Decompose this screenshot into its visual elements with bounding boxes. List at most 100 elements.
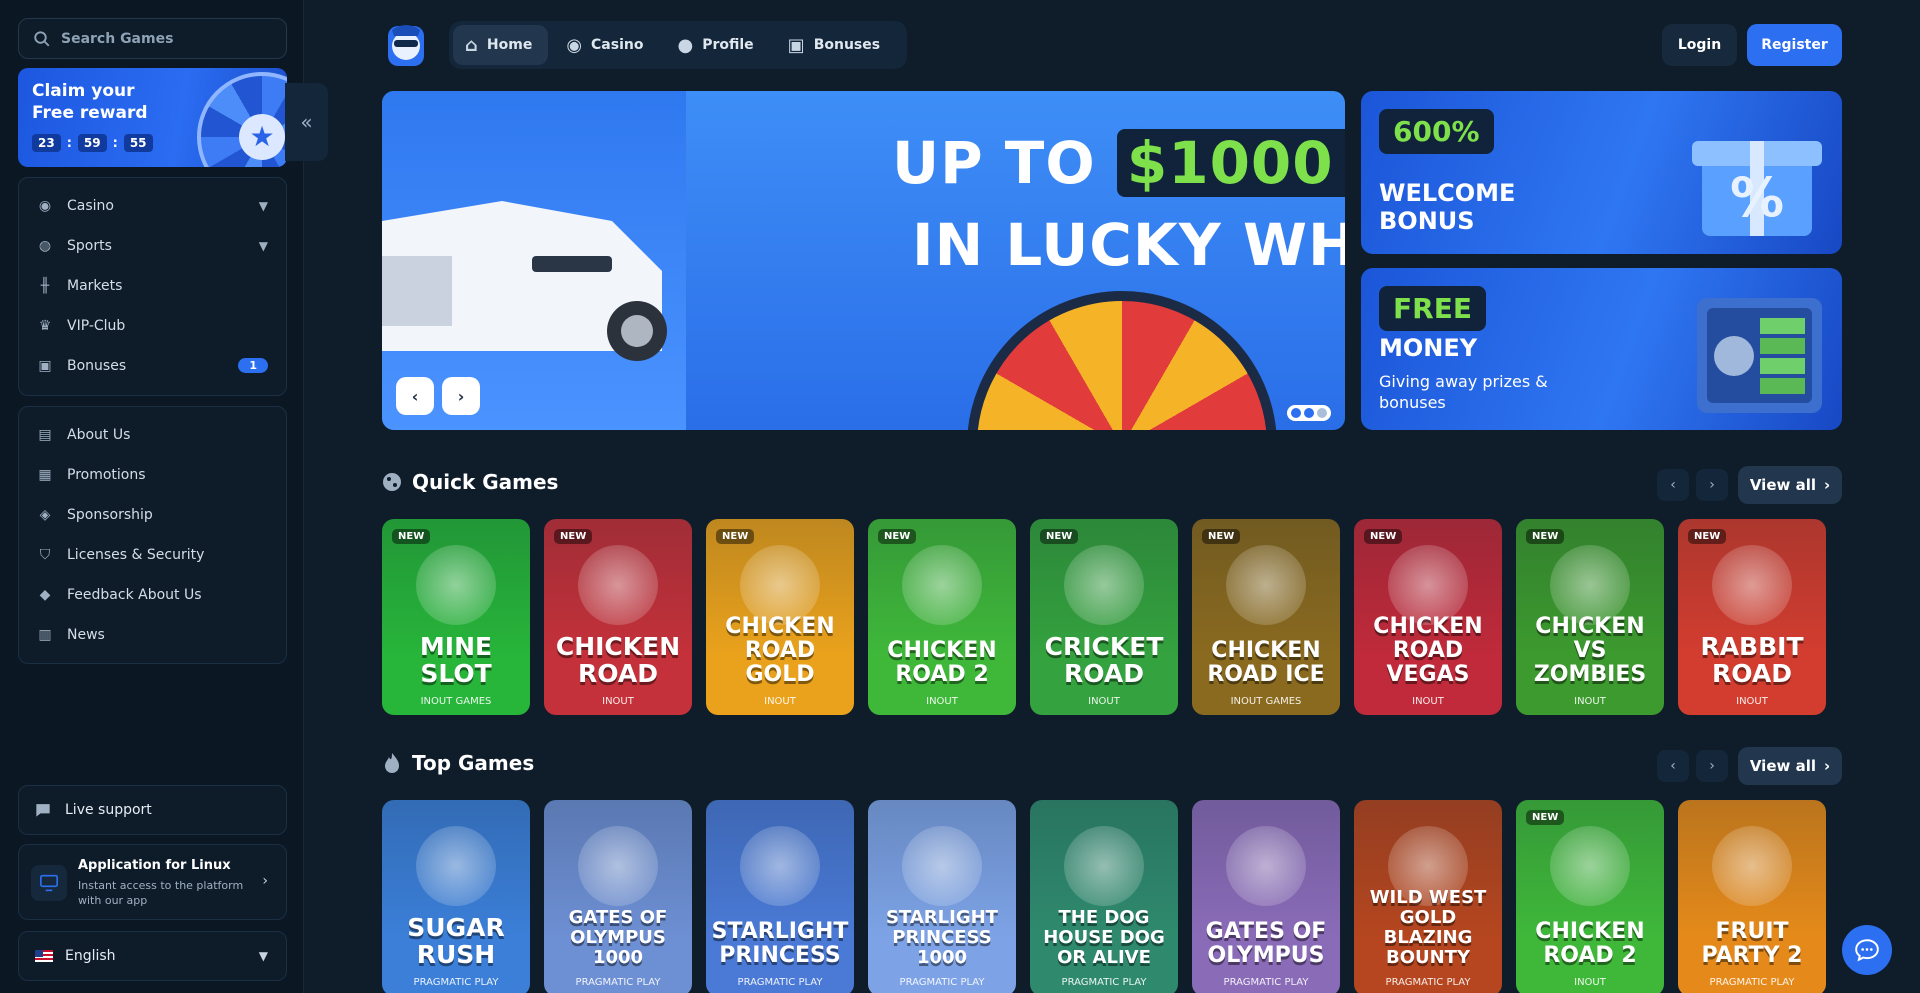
game-card[interactable]: Sugar Rush PRAGMATIC PLAY — [382, 800, 530, 993]
game-card[interactable]: Wild West Gold Blazing Bounty PRAGMATIC P… — [1354, 800, 1502, 993]
sidebar-item-bonuses[interactable]: ▣ Bonuses 1 — [19, 346, 286, 386]
promo-tag: 600% — [1379, 109, 1494, 154]
car-illustration — [382, 201, 667, 361]
game-card[interactable]: NEW Chicken vs Zombies INOUT — [1516, 519, 1664, 715]
game-artwork — [416, 545, 496, 625]
welcome-bonus-banner[interactable]: 600% WELCOME BONUS % — [1361, 91, 1842, 254]
game-provider: INOUT — [1574, 696, 1606, 707]
carousel-dots[interactable] — [1287, 405, 1331, 421]
search-input[interactable] — [61, 30, 271, 47]
chevron-right-icon: › — [1823, 757, 1831, 775]
app-download-card[interactable]: Application for Linux Instant access to … — [18, 844, 287, 920]
game-provider: PRAGMATIC PLAY — [1709, 977, 1795, 988]
search-box[interactable] — [18, 18, 287, 59]
top-games-prev[interactable]: ‹ — [1657, 750, 1689, 782]
game-card[interactable]: Starlight Princess PRAGMATIC PLAY — [706, 800, 854, 993]
game-card[interactable]: Starlight Princess 1000 PRAGMATIC PLAY — [868, 800, 1016, 993]
top-games-view-all[interactable]: View all › — [1738, 747, 1842, 785]
sidebar-item-about-us[interactable]: ▤ About Us — [19, 415, 286, 455]
game-artwork — [1712, 545, 1792, 625]
game-provider: INOUT — [764, 696, 796, 707]
game-card[interactable]: NEW Cricket Road INOUT — [1030, 519, 1178, 715]
main-menu: ◉ Casino ▼ ◍ Sports ▼ ╫ Markets ♛ VIP-Club ▣ Bonuse… — [18, 177, 287, 396]
hero-carousel[interactable]: UP TO $1000 FR IN LUCKY WHE ‹ › — [382, 91, 1345, 430]
claim-title: Claim your Free reward — [32, 81, 148, 123]
nav-home[interactable]: ⌂ Home — [453, 25, 549, 65]
free-money-banner[interactable]: FREE MONEY Giving away prizes & bonuses — [1361, 268, 1842, 430]
game-provider: PRAGMATIC PLAY — [737, 977, 823, 988]
game-card[interactable]: NEW Chicken Road Gold INOUT — [706, 519, 854, 715]
game-card[interactable]: NEW Chicken Road 2 INOUT — [1516, 800, 1664, 993]
sidebar-item-label: Sports — [67, 238, 112, 254]
nav-profile[interactable]: ● Profile — [665, 25, 769, 65]
brand-logo[interactable] — [384, 20, 428, 68]
new-badge: NEW — [1364, 529, 1403, 544]
collapse-sidebar-button[interactable]: « — [285, 83, 328, 161]
language-selector[interactable]: English ▼ — [18, 931, 287, 981]
sidebar-item-licenses-security[interactable]: ⛉ Licenses & Security — [19, 535, 286, 575]
globe-ball-icon: ◍ — [38, 238, 52, 254]
nav-label: Profile — [702, 37, 754, 53]
game-artwork — [1226, 545, 1306, 625]
login-button[interactable]: Login — [1662, 24, 1737, 66]
register-button[interactable]: Register — [1747, 24, 1842, 66]
carousel-dot[interactable] — [1291, 408, 1301, 418]
sidebar-item-promotions[interactable]: ▦ Promotions — [19, 455, 286, 495]
sidebar-item-news[interactable]: ▥ News — [19, 615, 286, 655]
count-badge: 1 — [238, 358, 268, 373]
star-icon: ★ — [239, 114, 285, 160]
casino-chip-icon: ◉ — [38, 198, 52, 214]
game-card[interactable]: NEW Chicken Road Vegas INOUT — [1354, 519, 1502, 715]
game-title: Gates of Olympus 1000 — [568, 907, 668, 968]
game-provider: INOUT — [1088, 696, 1120, 707]
nav-label: Casino — [591, 37, 644, 53]
sidebar-item-sponsorship[interactable]: ◈ Sponsorship — [19, 495, 286, 535]
game-artwork — [1712, 826, 1792, 906]
game-artwork — [578, 545, 658, 625]
hero-next-button[interactable]: › — [442, 377, 480, 415]
chat-button[interactable] — [1842, 925, 1892, 975]
nav-bonuses[interactable]: ▣ Bonuses — [776, 25, 896, 65]
sidebar-item-label: Casino — [67, 198, 114, 214]
sidebar-item-markets[interactable]: ╫ Markets — [19, 266, 286, 306]
sidebar: Claim your Free reward 23 : 59 : 55 ★ ◉ C… — [0, 0, 304, 993]
quick-games-heading: Quick Games — [382, 470, 558, 494]
game-card[interactable]: NEW Chicken Road INOUT — [544, 519, 692, 715]
game-card[interactable]: NEW Chicken Road Ice INOUT GAMES — [1192, 519, 1340, 715]
game-card[interactable]: NEW Chicken Road 2 INOUT — [868, 519, 1016, 715]
game-title: Wild West Gold Blazing Bounty — [1369, 887, 1487, 968]
claim-reward-banner[interactable]: Claim your Free reward 23 : 59 : 55 ★ — [18, 68, 287, 167]
sidebar-item-sports[interactable]: ◍ Sports ▼ — [19, 226, 286, 266]
sidebar-item-feedback-about-us[interactable]: ◆ Feedback About Us — [19, 575, 286, 615]
game-card[interactable]: Gates of Olympus 1000 PRAGMATIC PLAY — [544, 800, 692, 993]
quick-games-next[interactable]: › — [1696, 469, 1728, 501]
sidebar-item-casino[interactable]: ◉ Casino ▼ — [19, 186, 286, 226]
game-card[interactable]: NEW Mine Slot INOUT GAMES — [382, 519, 530, 715]
nav-casino[interactable]: ◉ Casino — [554, 25, 659, 65]
quick-games-view-all[interactable]: View all › — [1738, 466, 1842, 504]
chevron-right-icon: › — [262, 873, 268, 889]
game-provider: PRAGMATIC PLAY — [413, 977, 499, 988]
game-card[interactable]: The Dog House Dog or Alive PRAGMATIC PLAY — [1030, 800, 1178, 993]
game-artwork — [578, 826, 658, 906]
sidebar-item-vip-club[interactable]: ♛ VIP-Club — [19, 306, 286, 346]
game-provider: PRAGMATIC PLAY — [1223, 977, 1309, 988]
game-card[interactable]: Fruit Party 2 PRAGMATIC PLAY — [1678, 800, 1826, 993]
hero-prev-button[interactable]: ‹ — [396, 377, 434, 415]
hero-headline-1: UP TO $1000 FR — [892, 129, 1345, 197]
chevron-right-icon: › — [1709, 758, 1715, 774]
gift-box-icon: % — [1692, 141, 1822, 236]
candlestick-icon: ╫ — [40, 278, 50, 294]
quick-games-prev[interactable]: ‹ — [1657, 469, 1689, 501]
live-support-button[interactable]: Live support — [18, 785, 287, 835]
game-card[interactable]: NEW Rabbit Road INOUT — [1678, 519, 1826, 715]
game-artwork — [740, 545, 820, 625]
carousel-dot[interactable] — [1304, 408, 1314, 418]
carousel-dot[interactable] — [1317, 408, 1327, 418]
game-provider: INOUT GAMES — [1230, 696, 1302, 707]
us-flag-icon — [35, 950, 53, 962]
top-games-next[interactable]: › — [1696, 750, 1728, 782]
gift-icon: ▣ — [38, 358, 52, 374]
game-title: Sugar Rush — [407, 913, 505, 969]
game-card[interactable]: Gates of Olympus PRAGMATIC PLAY — [1192, 800, 1340, 993]
